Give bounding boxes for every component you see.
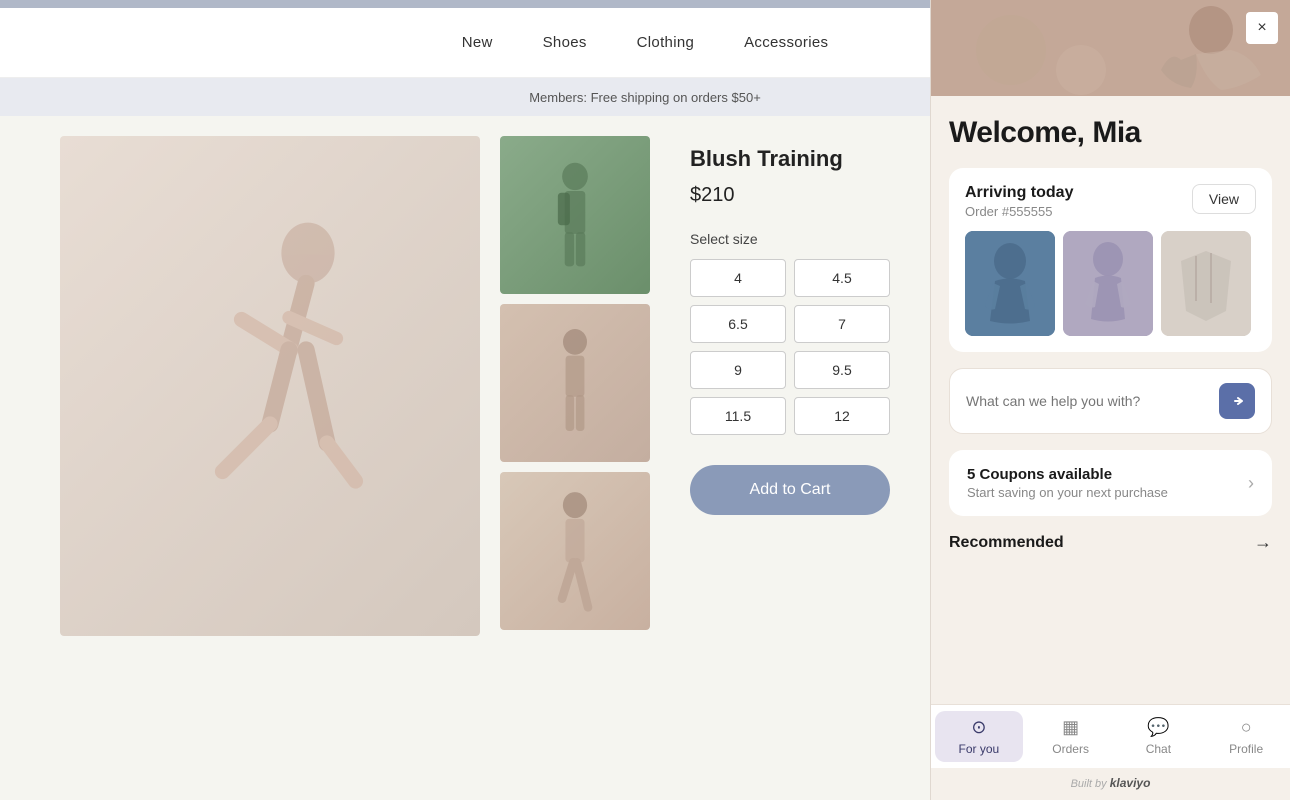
chat-send-button[interactable] — [1219, 383, 1255, 419]
for-you-icon: ⊙ — [971, 717, 986, 738]
size-11.5[interactable]: 11.5 — [690, 397, 786, 435]
tab-chat-label: Chat — [1146, 742, 1171, 756]
coupons-title: 5 Coupons available — [967, 466, 1248, 483]
tab-profile-label: Profile — [1229, 742, 1263, 756]
arriving-product-1 — [965, 231, 1055, 336]
thumbnail-list — [500, 136, 650, 780]
nav-clothing[interactable]: Clothing — [637, 34, 694, 51]
flyout-hero-image: × — [931, 0, 1290, 96]
tab-chat[interactable]: 💬 Chat — [1115, 705, 1203, 768]
flyout-hero-bg — [931, 0, 1290, 96]
nav-accessories[interactable]: Accessories — [744, 34, 828, 51]
size-6.5[interactable]: 6.5 — [690, 305, 786, 343]
tab-for-you-label: For you — [959, 742, 1000, 756]
arriving-today-card: Arriving today Order #555555 View — [949, 168, 1272, 352]
built-by-text: Built by — [1071, 778, 1107, 790]
site-wrapper: New Shoes Clothing Accessories Members: … — [0, 0, 1290, 800]
arriving-title: Arriving today — [965, 184, 1073, 202]
thumbnail-1[interactable] — [500, 136, 650, 294]
thumbnail-2[interactable] — [500, 304, 650, 462]
size-12[interactable]: 12 — [794, 397, 890, 435]
view-order-button[interactable]: View — [1192, 184, 1256, 214]
thumbnail-3[interactable] — [500, 472, 650, 630]
arriving-product-3 — [1161, 231, 1251, 336]
flyout-bottom-nav: ⊙ For you ▦ Orders 💬 Chat ○ Profile — [931, 704, 1290, 768]
nav-shoes[interactable]: Shoes — [543, 34, 587, 51]
send-icon — [1229, 393, 1245, 409]
flyout-panel: × Welcome, Mia Arriving today Order #555… — [930, 0, 1290, 800]
built-by-footer: Built by klaviyo — [931, 768, 1290, 800]
size-grid: 4 4.5 6.5 7 9 9.5 11.5 12 — [690, 259, 890, 435]
size-7[interactable]: 7 — [794, 305, 890, 343]
tab-profile[interactable]: ○ Profile — [1202, 705, 1290, 768]
welcome-title: Welcome, Mia — [949, 116, 1272, 150]
arriving-order: Order #555555 — [965, 204, 1073, 219]
orders-icon: ▦ — [1062, 717, 1079, 738]
chat-input-wrapper — [949, 368, 1272, 434]
size-9.5[interactable]: 9.5 — [794, 351, 890, 389]
main-product-image — [60, 136, 480, 636]
size-4.5[interactable]: 4.5 — [794, 259, 890, 297]
coupons-arrow-icon: › — [1248, 473, 1254, 494]
tab-orders-label: Orders — [1052, 742, 1089, 756]
runner-illustration — [130, 196, 410, 576]
arriving-header: Arriving today Order #555555 View — [965, 184, 1256, 219]
arriving-info: Arriving today Order #555555 — [965, 184, 1073, 219]
arriving-product-2 — [1063, 231, 1153, 336]
recommended-arrow-icon[interactable]: → — [1254, 532, 1272, 553]
chat-input[interactable] — [966, 393, 1219, 409]
add-to-cart-button[interactable]: Add to Cart — [690, 465, 890, 515]
banner-text: Members: Free shipping on orders $50+ — [529, 90, 761, 105]
klaviyo-logo: klaviyo — [1110, 776, 1151, 790]
coupons-subtitle: Start saving on your next purchase — [967, 485, 1248, 500]
size-9[interactable]: 9 — [690, 351, 786, 389]
nav-new[interactable]: New — [462, 34, 493, 51]
flyout-content: Welcome, Mia Arriving today Order #55555… — [931, 96, 1290, 704]
close-button[interactable]: × — [1246, 12, 1278, 44]
arriving-images — [965, 231, 1256, 336]
chat-icon: 💬 — [1147, 717, 1169, 738]
size-4[interactable]: 4 — [690, 259, 786, 297]
profile-icon: ○ — [1241, 717, 1252, 738]
tab-for-you[interactable]: ⊙ For you — [935, 711, 1023, 762]
tab-orders[interactable]: ▦ Orders — [1027, 705, 1115, 768]
recommended-header: Recommended → — [949, 532, 1272, 553]
recommended-title: Recommended — [949, 534, 1064, 552]
coupons-text: 5 Coupons available Start saving on your… — [967, 466, 1248, 500]
coupons-card[interactable]: 5 Coupons available Start saving on your… — [949, 450, 1272, 516]
